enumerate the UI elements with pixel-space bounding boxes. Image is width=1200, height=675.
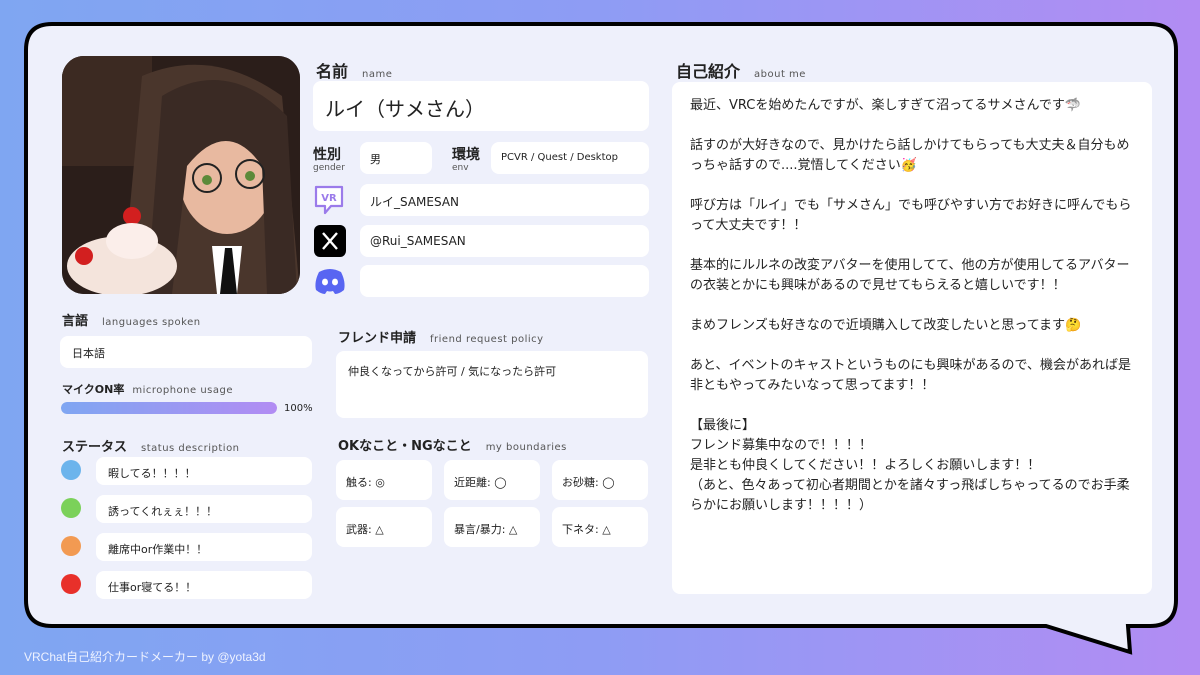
x-logo-icon (314, 225, 346, 257)
about-paragraph: 最近、VRCを始めたんですが、楽しすぎて沼ってるサメさんです🦈 (690, 98, 1082, 113)
status-description-field: 暇してる！！！！ (96, 457, 312, 485)
status-description-text: 仕事or寝てる！！ (108, 581, 197, 594)
boundary-item-text: 武器: △ (346, 523, 384, 536)
boundary-item-text: 触る: ◎ (346, 476, 385, 489)
gender-value: 男 (370, 153, 381, 166)
friend-heading: フレンド申請 friend request policy (338, 331, 544, 346)
name-value: ルイ（サメさん） (325, 97, 485, 121)
x-handle-value: @Rui_SAMESAN (370, 234, 466, 248)
profile-card: 名前 name ルイ（サメさん） 性別 gender 男 環境 env PCVR … (0, 0, 1200, 675)
env-value: PCVR / Quest / Desktop (501, 152, 618, 163)
about-paragraph: 基本的にルルネの改変アバターを使用してて、他の方が使用してるアバターの衣装とかに… (690, 258, 1130, 293)
gender-label-en: gender (313, 163, 345, 173)
about-paragraph: あと、イベントのキャストというものにも興味があるので、機会があれば是非ともやって… (690, 358, 1131, 393)
env-label: 環境 (452, 147, 480, 163)
gender-field: 男 (360, 142, 432, 174)
status-description-field: 誘ってくれぇぇ！！！ (96, 495, 312, 523)
discord-icon (313, 266, 347, 296)
status-color-dot (61, 536, 81, 556)
boundary-item: 下ネタ: △ (552, 507, 648, 547)
about-paragraph: 【最後に】 フレンド募集中なので！！！！ 是非とも仲良くしてください！！よろしく… (690, 418, 1130, 513)
about-paragraph: まめフレンズも好きなので近頃購入して改変したいと思ってます🤔 (690, 318, 1082, 333)
languages-heading: 言語 languages spoken (62, 314, 201, 329)
boundary-item: 触る: ◎ (336, 460, 432, 500)
status-description-text: 暇してる！！！！ (108, 467, 196, 480)
mic-usage-bar (61, 402, 277, 414)
languages-field: 日本語 (60, 336, 312, 368)
about-heading: 自己紹介 about me (676, 62, 806, 81)
boundary-item: 武器: △ (336, 507, 432, 547)
status-description-field: 仕事or寝てる！！ (96, 571, 312, 599)
avatar-photo (62, 56, 300, 294)
friend-policy-field: 仲良くなってから許可 / 気になったら許可 (336, 351, 648, 418)
boundary-item-text: 下ネタ: △ (562, 523, 611, 536)
env-label-en: env (452, 163, 469, 173)
status-color-dot (61, 574, 81, 594)
boundary-item-text: 暴言/暴力: △ (454, 523, 518, 536)
status-color-dot (61, 460, 81, 480)
x-handle-field: @Rui_SAMESAN (360, 225, 649, 257)
vrchat-name-field: ルイ_SAMESAN (360, 184, 649, 216)
boundaries-heading: OKなこと・NGなこと my boundaries (338, 439, 567, 454)
status-color-dot (61, 498, 81, 518)
boundary-item: 近距離: ◯ (444, 460, 540, 500)
languages-value: 日本語 (72, 347, 105, 360)
status-description-field: 離席中or作業中！！ (96, 533, 312, 561)
name-field: ルイ（サメさん） (313, 81, 649, 131)
mic-usage-fill (61, 402, 277, 414)
about-paragraph: 呼び方は「ルイ」でも「サメさん」でも呼びやすい方でお好きに呼んでもらって大丈夫で… (690, 198, 1132, 233)
boundary-item-text: お砂糖: ◯ (562, 476, 615, 489)
boundary-item: 暴言/暴力: △ (444, 507, 540, 547)
vrchat-name-value: ルイ_SAMESAN (370, 195, 460, 209)
friend-policy-value: 仲良くなってから許可 / 気になったら許可 (348, 365, 557, 378)
gender-label: 性別 (313, 147, 341, 163)
status-description-text: 誘ってくれぇぇ！！！ (108, 505, 218, 518)
status-heading: ステータス status description (62, 440, 240, 455)
svg-text:VR: VR (321, 193, 337, 204)
env-field: PCVR / Quest / Desktop (491, 142, 649, 174)
status-description-text: 離席中or作業中！！ (108, 543, 208, 556)
boundary-item-text: 近距離: ◯ (454, 476, 507, 489)
discord-field (360, 265, 649, 297)
mic-usage-value: 100% (284, 403, 313, 414)
footer-credit: VRChat自己紹介カードメーカー by @yota3d (24, 650, 266, 664)
about-text-box: 最近、VRCを始めたんですが、楽しすぎて沼ってるサメさんです🦈 話すのが大好きなの… (672, 82, 1152, 594)
vrchat-icon: VR (313, 184, 347, 216)
boundary-item: お砂糖: ◯ (552, 460, 648, 500)
name-heading: 名前 name (316, 62, 393, 81)
about-paragraph: 話すのが大好きなので、見かけたら話しかけてもらっても大丈夫＆自分もめっちゃ話すの… (690, 138, 1130, 173)
mic-heading: マイクON率 microphone usage (62, 383, 234, 396)
